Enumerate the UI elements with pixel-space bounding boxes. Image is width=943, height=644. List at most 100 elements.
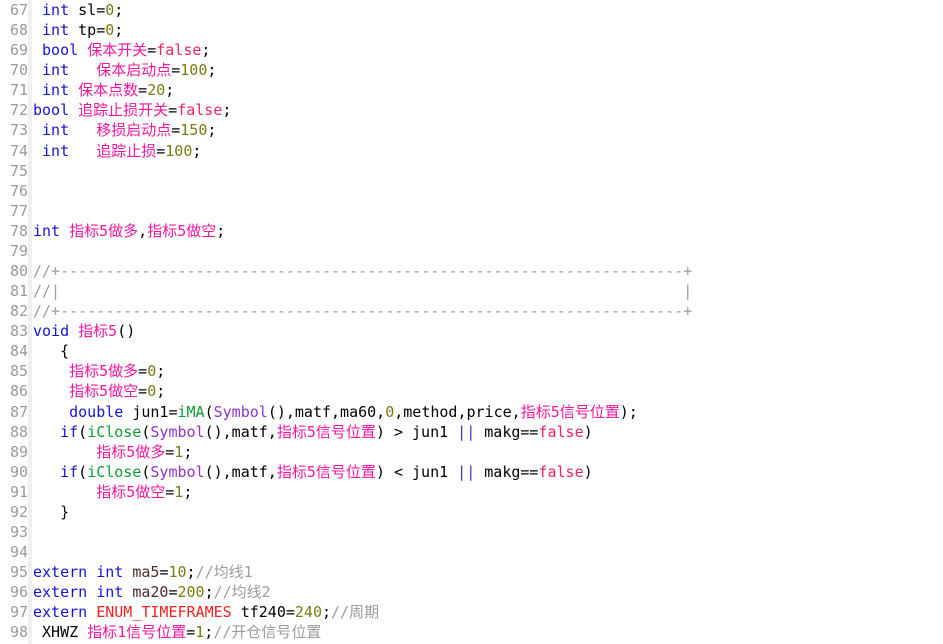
code-line[interactable]: 69 bool 保本开关=false;: [0, 40, 943, 60]
code-line[interactable]: 97 extern ENUM_TIMEFRAMES tf240=240;//周期: [0, 602, 943, 622]
token-plain: ) < jun1: [375, 462, 458, 481]
token-cjk: 指标5做多: [96, 442, 166, 461]
token-plain: =: [171, 61, 181, 80]
token-kw: int: [42, 61, 70, 80]
line-number: 71: [9, 81, 28, 100]
line-content[interactable]: //+-------------------------------------…: [28, 301, 692, 321]
token-plain: makg==: [475, 462, 539, 481]
token-cjk: 追踪止损开关: [78, 101, 169, 120]
line-content[interactable]: XHWZ 指标1信号位置=1;//开仓信号位置: [28, 622, 321, 642]
line-content[interactable]: 指标5做空=1;: [28, 482, 192, 502]
code-line[interactable]: 80 //+-----------------------------------…: [0, 261, 943, 281]
line-content[interactable]: int tp=0;: [28, 20, 123, 40]
line-content[interactable]: }: [28, 502, 69, 522]
line-number: 79: [9, 241, 28, 260]
line-content[interactable]: 指标5做空=0;: [28, 381, 165, 401]
line-content[interactable]: double jun1=iMA(Symbol(),matf,ma60,0,met…: [28, 402, 638, 422]
code-line[interactable]: 86 指标5做空=0;: [0, 381, 943, 401]
token-kw: if: [60, 422, 79, 441]
token-plain: ;: [192, 141, 202, 160]
line-content[interactable]: extern ENUM_TIMEFRAMES tf240=240;//周期: [28, 602, 379, 622]
code-line[interactable]: 72 bool 追踪止损开关=false;: [0, 100, 943, 120]
code-line[interactable]: 81 //| |: [0, 281, 943, 301]
line-content[interactable]: extern int ma20=200;//均线2: [28, 582, 271, 602]
line-content[interactable]: //| |: [28, 281, 692, 301]
code-line[interactable]: 92 }: [0, 502, 943, 522]
line-content[interactable]: if(iClose(Symbol(),matf,指标5信号位置) < jun1 …: [28, 462, 593, 482]
code-line[interactable]: 88 if(iClose(Symbol(),matf,指标5信号位置) > ju…: [0, 422, 943, 442]
code-line[interactable]: 77: [0, 201, 943, 221]
code-text-area[interactable]: 67 int sl=0; 68 int tp=0; 69 bool 保本开关=fal…: [0, 0, 943, 644]
code-line[interactable]: 90 if(iClose(Symbol(),matf,指标5信号位置) < ju…: [0, 462, 943, 482]
code-line[interactable]: 87 double jun1=iMA(Symbol(),matf,ma60,0,…: [0, 402, 943, 422]
code-line[interactable]: 85 指标5做多=0;: [0, 361, 943, 381]
line-content[interactable]: //+-------------------------------------…: [28, 261, 692, 281]
token-bool: false: [177, 101, 223, 120]
code-line[interactable]: 94: [0, 542, 943, 562]
code-line[interactable]: 96 extern int ma20=200;//均线2: [0, 582, 943, 602]
token-num: 1: [174, 482, 184, 501]
code-editor[interactable]: 67 int sl=0; 68 int tp=0; 69 bool 保本开关=fal…: [0, 0, 943, 644]
token-comment: //均线2: [213, 583, 271, 602]
line-content[interactable]: int 保本点数=20;: [28, 80, 174, 100]
line-content[interactable]: int 移损启动点=150;: [28, 120, 216, 140]
token-plain: sl=: [69, 1, 106, 19]
line-content[interactable]: 指标5做多=0;: [28, 361, 165, 381]
line-content[interactable]: int 追踪止损=100;: [28, 141, 201, 161]
line-content[interactable]: int sl=0;: [28, 0, 123, 20]
code-line[interactable]: 68 int tp=0;: [0, 20, 943, 40]
line-content[interactable]: void 指标5(): [28, 321, 135, 341]
token-plain: ;: [156, 382, 166, 401]
token-plain: jun1=: [123, 402, 178, 421]
line-number: 98: [9, 623, 28, 642]
line-number: 83: [9, 322, 28, 341]
line-content[interactable]: int 指标5做多,指标5做空;: [28, 221, 225, 241]
code-line[interactable]: 95 extern int ma5=10;//均线1: [0, 562, 943, 582]
token-plain: {: [33, 342, 70, 361]
token-plain: ,method,price,: [394, 402, 521, 421]
code-line[interactable]: 67 int sl=0;: [0, 0, 943, 20]
token-plain: }: [33, 502, 70, 521]
code-line[interactable]: 74 int 追踪止损=100;: [0, 141, 943, 161]
line-content[interactable]: 指标5做多=1;: [28, 442, 192, 462]
token-plain: (),matf,: [204, 462, 277, 481]
code-line[interactable]: 89 指标5做多=1;: [0, 442, 943, 462]
token-plain: =: [138, 362, 148, 381]
code-line[interactable]: 78 int 指标5做多,指标5做空;: [0, 221, 943, 241]
line-content[interactable]: bool 保本开关=false;: [28, 40, 210, 60]
token-plain: ;: [204, 583, 214, 602]
code-line[interactable]: 93: [0, 522, 943, 542]
token-num: 0: [385, 402, 395, 421]
token-plain: (: [78, 422, 88, 441]
token-num: 0: [105, 1, 115, 19]
code-line[interactable]: 83 void 指标5(): [0, 321, 943, 341]
token-kw: int: [96, 563, 124, 582]
code-line[interactable]: 84 {: [0, 341, 943, 361]
token-cjk: 保本开关: [87, 41, 148, 60]
code-line[interactable]: 71 int 保本点数=20;: [0, 80, 943, 100]
token-builtin: Symbol: [150, 422, 205, 441]
code-line[interactable]: 76: [0, 181, 943, 201]
token-plain: (),matf,: [204, 422, 277, 441]
line-content[interactable]: if(iClose(Symbol(),matf,指标5信号位置) > jun1 …: [28, 422, 593, 442]
token-plain: tp=: [69, 21, 106, 40]
line-content[interactable]: {: [28, 341, 69, 361]
token-cjk: 移损启动点: [96, 121, 172, 140]
code-line[interactable]: 73 int 移损启动点=150;: [0, 120, 943, 140]
code-line[interactable]: 91 指标5做空=1;: [0, 482, 943, 502]
code-line[interactable]: 98 XHWZ 指标1信号位置=1;//开仓信号位置: [0, 622, 943, 642]
line-content[interactable]: extern int ma5=10;//均线1: [28, 562, 253, 582]
code-line[interactable]: 79: [0, 241, 943, 261]
code-line[interactable]: 75: [0, 161, 943, 181]
token-plain: );: [619, 402, 638, 421]
code-line[interactable]: 82 //+-----------------------------------…: [0, 301, 943, 321]
line-content[interactable]: bool 追踪止损开关=false;: [28, 100, 231, 120]
line-content[interactable]: int 保本启动点=100;: [28, 60, 216, 80]
code-line[interactable]: 70 int 保本启动点=100;: [0, 60, 943, 80]
